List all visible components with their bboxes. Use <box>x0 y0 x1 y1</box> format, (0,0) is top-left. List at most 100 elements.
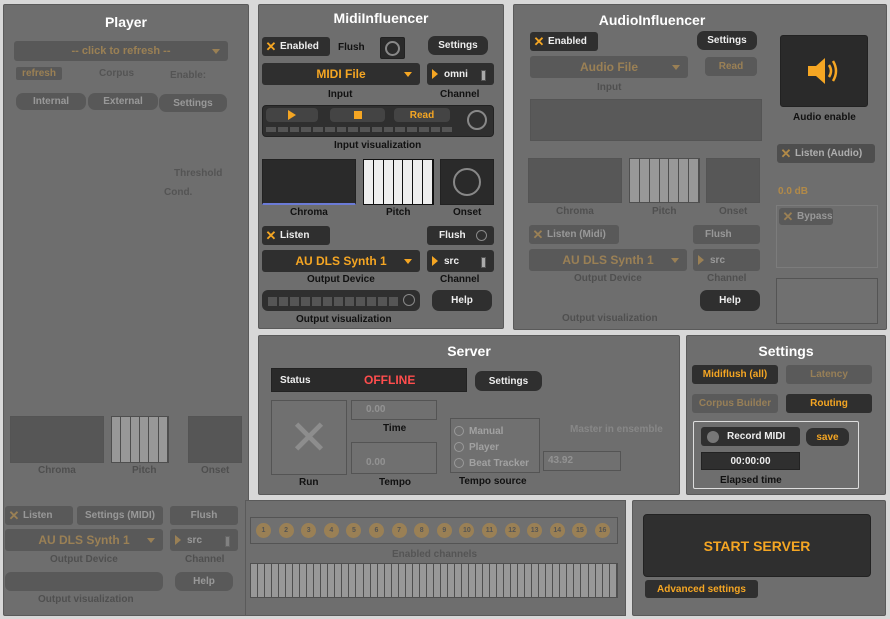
play-icon <box>432 256 438 266</box>
midi-output-channel-box[interactable]: src <box>427 250 494 272</box>
tempo-option-beat-tracker[interactable]: Beat Tracker <box>454 455 529 471</box>
audio-help-button[interactable]: Help <box>700 290 760 311</box>
audio-enable-button[interactable] <box>780 35 868 107</box>
player-pitch-label: Pitch <box>132 465 157 476</box>
audio-channel-label: Channel <box>707 273 747 284</box>
audio-channel-box[interactable]: src <box>693 249 760 271</box>
enabled-channels-label: Enabled channels <box>392 549 478 560</box>
audio-onset-label: Onset <box>719 206 748 217</box>
player-onset-label: Onset <box>201 465 230 476</box>
midi-read-button[interactable]: Read <box>394 108 450 122</box>
channel-toggle-12[interactable]: 12 <box>504 523 520 538</box>
player-tab-corpus[interactable]: Corpus <box>99 68 134 79</box>
channel-toggle-2[interactable]: 2 <box>278 523 294 538</box>
channel-toggle-16[interactable]: 16 <box>595 523 610 538</box>
midiflush-all-button[interactable]: Midiflush (all) <box>692 365 778 384</box>
midi-flush-toggle[interactable]: Flush <box>427 226 494 245</box>
player-chroma-label: Chroma <box>38 465 76 476</box>
tempo-num-field: 43.92 <box>543 451 621 471</box>
audio-settings-button[interactable]: Settings <box>697 31 757 50</box>
player-settings-button[interactable]: Settings <box>159 94 227 112</box>
audio-chroma-label: Chroma <box>556 206 594 217</box>
audio-read-button[interactable]: Read <box>705 57 757 76</box>
midi-output-device-dropdown[interactable]: AU DLS Synth 1 <box>262 250 420 272</box>
audio-bypass-toggle[interactable]: ✕ Bypass <box>779 208 833 225</box>
audio-listen-midi-toggle[interactable]: ✕ Listen (Midi) <box>529 225 619 244</box>
latency-button[interactable]: Latency <box>786 365 872 384</box>
player-output-visualization <box>5 572 163 591</box>
settings-title: Settings <box>758 343 814 359</box>
server-status-label: Status <box>280 374 311 386</box>
tempo-option-manual[interactable]: Manual <box>454 423 529 439</box>
channel-toggle-6[interactable]: 6 <box>369 523 384 538</box>
midi-flush-button[interactable] <box>380 37 405 59</box>
audio-pitch-keys <box>629 158 700 203</box>
start-server-button[interactable]: START SERVER <box>643 514 871 577</box>
advanced-settings-button[interactable]: Advanced settings <box>645 580 758 598</box>
player-pitch-keys <box>111 416 169 463</box>
channel-toggle-1[interactable]: 1 <box>256 523 271 538</box>
channel-toggle-4[interactable]: 4 <box>323 523 339 538</box>
channel-toggle-7[interactable]: 7 <box>391 523 407 538</box>
player-channel-box[interactable]: src <box>170 529 238 551</box>
audio-enabled-toggle[interactable]: ✕ Enabled <box>530 32 598 51</box>
midi-help-button[interactable]: Help <box>432 290 492 311</box>
midi-channel-box[interactable]: omni <box>427 63 494 85</box>
play-icon <box>432 69 438 79</box>
play-icon <box>175 535 181 545</box>
record-midi-toggle[interactable]: Record MIDI <box>701 427 800 446</box>
stop-icon <box>353 111 362 119</box>
routing-button[interactable]: Routing <box>786 394 872 413</box>
master-label: Master in ensemble <box>570 424 663 435</box>
close-icon: ✕ <box>780 146 792 161</box>
midi-pitch-label: Pitch <box>386 207 411 218</box>
time-field[interactable]: 0.00 <box>351 400 437 420</box>
audio-input-dropdown[interactable]: Audio File <box>530 56 688 78</box>
midi-input-dropdown[interactable]: MIDI File <box>262 63 420 85</box>
channel-toggle-9[interactable]: 9 <box>436 523 452 538</box>
audio-output-device-label: Output Device <box>574 273 642 284</box>
midi-play-button[interactable] <box>266 108 318 122</box>
midi-onset-display <box>440 159 494 205</box>
player-enable-label: Enable: <box>170 70 207 81</box>
channel-toggle-14[interactable]: 14 <box>549 523 565 538</box>
player-external-button[interactable]: External <box>88 93 158 110</box>
midi-enabled-toggle[interactable]: ✕ Enabled <box>262 37 330 56</box>
close-icon: ✕ <box>8 508 20 523</box>
player-tab-refresh[interactable]: refresh <box>16 67 62 80</box>
player-flush-button[interactable]: Flush <box>170 506 238 525</box>
elapsed-time-label: Elapsed time <box>720 475 782 486</box>
player-help-button[interactable]: Help <box>175 572 233 591</box>
midi-stop-button[interactable] <box>330 108 385 122</box>
audio-listen-toggle[interactable]: ✕ Listen (Audio) <box>777 144 875 163</box>
audio-output-vis-label: Output visualization <box>562 313 658 324</box>
tempo-option-player[interactable]: Player <box>454 439 529 455</box>
channel-toggle-11[interactable]: 11 <box>482 523 497 538</box>
player-output-device-label: Output Device <box>50 554 118 565</box>
player-threshold-label: Threshold <box>174 168 223 179</box>
player-internal-button[interactable]: Internal <box>16 93 86 110</box>
midi-input-indicator <box>467 110 487 130</box>
save-button[interactable]: save <box>806 428 849 446</box>
audio-meter-grid <box>776 278 878 324</box>
run-button[interactable]: ✕ <box>271 400 347 475</box>
audio-flush-toggle[interactable]: Flush <box>693 225 760 244</box>
player-file-dropdown[interactable]: -- click to refresh -- <box>14 41 228 61</box>
midi-pitch-keys <box>363 159 434 205</box>
player-onset-display <box>188 416 242 463</box>
close-icon: ✕ <box>533 34 545 49</box>
player-output-device-dropdown[interactable]: AU DLS Synth 1 <box>5 529 163 551</box>
server-settings-button[interactable]: Settings <box>475 371 542 391</box>
close-icon: ✕ <box>782 209 794 224</box>
midi-settings-button[interactable]: Settings <box>428 36 488 55</box>
audio-output-device-dropdown[interactable]: AU DLS Synth 1 <box>529 249 687 271</box>
midi-listen-toggle[interactable]: ✕ Listen <box>262 226 330 245</box>
audio-enable-label: Audio enable <box>793 112 856 123</box>
tempo-source-label: Tempo source <box>459 476 527 487</box>
tempo-field[interactable]: 0.00 <box>351 442 437 474</box>
player-listen-toggle[interactable]: ✕ Listen <box>5 506 73 525</box>
corpus-builder-button[interactable]: Corpus Builder <box>692 394 778 413</box>
audio-db-value: 0.0 dB <box>778 186 809 197</box>
player-settings-midi-button[interactable]: Settings (MIDI) <box>77 506 163 525</box>
speaker-icon <box>808 58 838 84</box>
